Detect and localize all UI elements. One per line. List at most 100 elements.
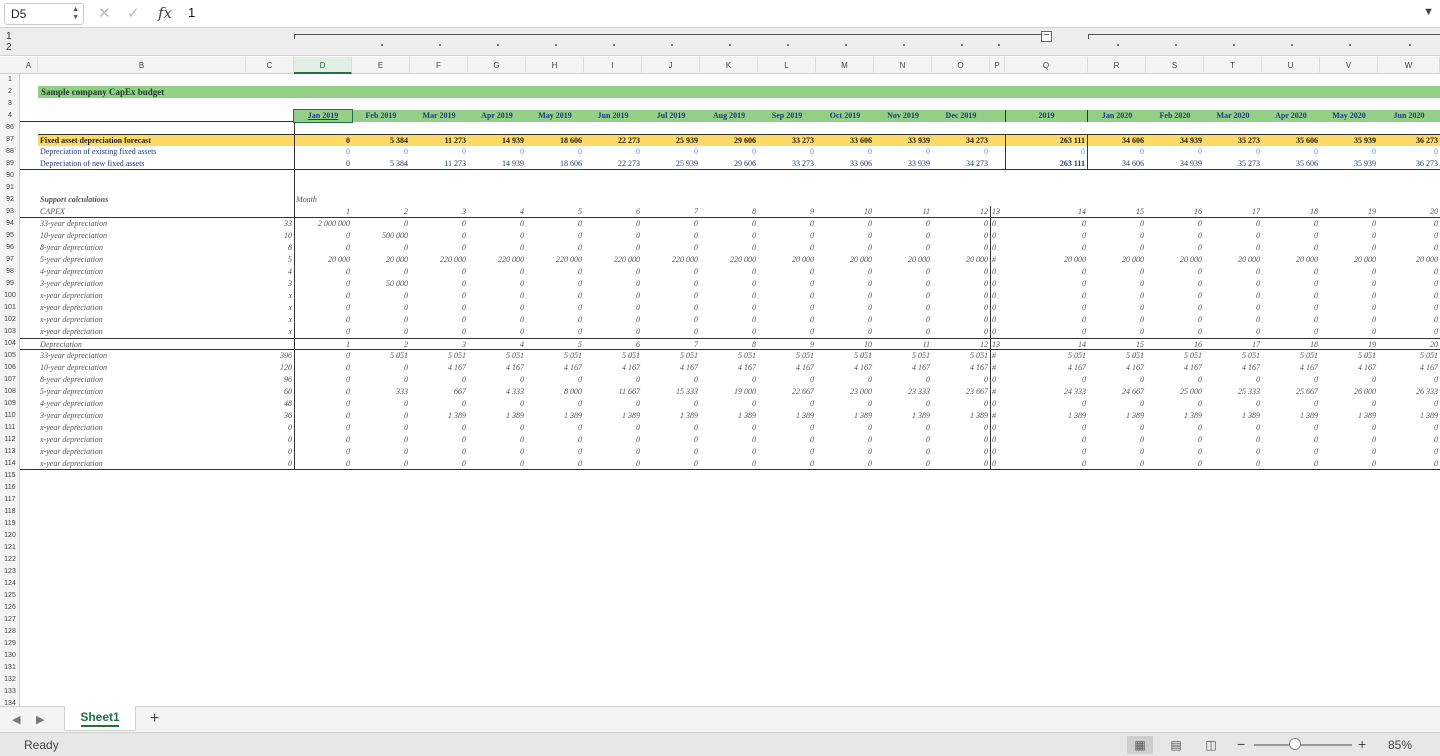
calc-value[interactable]: 0 (1088, 398, 1146, 410)
summary-value[interactable]: 0 (294, 146, 352, 158)
calc-value[interactable]: 4 167 (1005, 362, 1088, 374)
calc-value[interactable]: 0 (526, 230, 584, 242)
calc-value[interactable]: 5 051 (642, 350, 700, 362)
row-header-133[interactable]: 133 (0, 686, 20, 698)
calc-value[interactable]: 0 (526, 278, 584, 290)
calc-value[interactable]: 0 (1005, 326, 1088, 338)
capex-label[interactable]: CAPEX (38, 206, 246, 218)
calc-value[interactable]: 0 (816, 398, 874, 410)
calc-value[interactable]: 0 (990, 374, 1005, 386)
calc-value[interactable]: 0 (816, 422, 874, 434)
column-header-w[interactable]: W (1378, 57, 1440, 74)
calc-value[interactable]: 22 667 (758, 386, 816, 398)
calc-value[interactable]: 0 (1146, 302, 1204, 314)
calc-value[interactable]: 0 (874, 458, 932, 470)
calc-value[interactable]: 0 (990, 434, 1005, 446)
month-number[interactable]: 17 (1204, 206, 1262, 218)
calc-value[interactable]: 0 (1088, 302, 1146, 314)
calc-value[interactable]: 0 (642, 434, 700, 446)
calc-value[interactable]: 0 (1146, 266, 1204, 278)
calc-value[interactable]: 0 (816, 278, 874, 290)
calc-value[interactable]: 0 (758, 458, 816, 470)
calc-value[interactable]: 4 167 (642, 362, 700, 374)
depreciation-label[interactable]: 5-year depreciation (38, 254, 246, 266)
calc-value[interactable]: 5 051 (468, 350, 526, 362)
month-number[interactable]: 19 (1320, 206, 1378, 218)
calc-value[interactable]: 0 (1320, 374, 1378, 386)
calc-value[interactable]: 0 (642, 278, 700, 290)
calc-value[interactable]: 0 (1320, 242, 1378, 254)
calc-value[interactable]: 25 333 (1204, 386, 1262, 398)
outline-level-1-button[interactable]: 1 (6, 31, 12, 42)
calc-value[interactable]: 0 (1262, 446, 1320, 458)
calc-value[interactable]: 20 000 (932, 254, 990, 266)
calc-value[interactable]: 0 (584, 218, 642, 230)
calc-value[interactable]: 0 (1146, 434, 1204, 446)
month-number[interactable]: 8 (700, 206, 758, 218)
calc-value[interactable]: 0 (1378, 218, 1440, 230)
zoom-in-button[interactable]: + (1358, 736, 1366, 752)
calc-value[interactable]: 0 (1378, 266, 1440, 278)
row-header-93[interactable]: 93 (0, 206, 20, 218)
calc-value[interactable]: 0 (642, 266, 700, 278)
useful-life-value[interactable]: 0 (246, 446, 294, 458)
calc-value[interactable]: 0 (1320, 218, 1378, 230)
row-header-124[interactable]: 124 (0, 578, 20, 590)
calc-value[interactable]: 0 (584, 290, 642, 302)
calc-value[interactable]: 5 051 (932, 350, 990, 362)
row-header-131[interactable]: 131 (0, 662, 20, 674)
month-number[interactable]: 9 (758, 206, 816, 218)
calc-value[interactable]: 0 (468, 266, 526, 278)
zoom-out-button[interactable]: − (1237, 736, 1245, 752)
calc-value[interactable]: 5 051 (758, 350, 816, 362)
row-header-114[interactable]: 114 (0, 458, 20, 470)
calc-value[interactable]: 0 (526, 218, 584, 230)
column-header-i[interactable]: I (584, 57, 642, 74)
calc-value[interactable]: 5 051 (816, 350, 874, 362)
useful-life-value[interactable]: 5 (246, 254, 294, 266)
calc-value[interactable]: 4 333 (468, 386, 526, 398)
summary-value[interactable]: 34 939 (1146, 158, 1204, 170)
calc-value[interactable]: 0 (874, 422, 932, 434)
row-header-89[interactable]: 89 (0, 158, 20, 170)
calc-value[interactable]: 0 (1378, 422, 1440, 434)
calc-value[interactable]: 0 (294, 398, 352, 410)
calc-value[interactable]: 0 (1005, 458, 1088, 470)
row-header-99[interactable]: 99 (0, 278, 20, 290)
calc-value[interactable]: 0 (294, 290, 352, 302)
calc-value[interactable]: 0 (294, 434, 352, 446)
month-number[interactable]: 3 (410, 206, 468, 218)
calc-value[interactable]: 0 (642, 374, 700, 386)
column-header-s[interactable]: S (1146, 57, 1204, 74)
calc-value[interactable]: 0 (642, 314, 700, 326)
summary-value[interactable]: 0 (526, 146, 584, 158)
row-header-104[interactable]: 104 (0, 338, 20, 350)
calc-value[interactable]: 20 000 (758, 254, 816, 266)
depreciation-label[interactable]: x-year depreciation (38, 446, 246, 458)
calc-value[interactable]: 0 (584, 242, 642, 254)
summary-value[interactable]: 0 (1320, 146, 1378, 158)
worksheet-grid[interactable]: 1 2 3 4 86 87 88 89 90 91 92 93 94 95 96 97 98 99 100 101 10… (0, 74, 1440, 706)
calc-value[interactable]: 0 (1088, 230, 1146, 242)
calc-value[interactable]: 0 (1262, 374, 1320, 386)
calc-value[interactable]: 0 (1262, 230, 1320, 242)
calc-value[interactable]: 0 (584, 374, 642, 386)
calc-value[interactable]: 0 (526, 434, 584, 446)
summary-label[interactable]: Depreciation of existing fixed assets (38, 146, 246, 158)
month-label[interactable]: Month (294, 194, 352, 206)
useful-life-value[interactable]: 4 (246, 266, 294, 278)
calc-value[interactable]: 0 (352, 422, 410, 434)
calc-value[interactable]: 1 389 (1320, 410, 1378, 422)
calc-value[interactable]: 0 (352, 458, 410, 470)
month-number[interactable]: 11 (874, 206, 932, 218)
calc-value[interactable]: 0 (874, 278, 932, 290)
calc-value[interactable]: 0 (526, 458, 584, 470)
calc-value[interactable]: 0 (468, 230, 526, 242)
row-header-118[interactable]: 118 (0, 506, 20, 518)
useful-life-value[interactable]: 0 (246, 434, 294, 446)
calc-value[interactable]: 0 (1005, 218, 1088, 230)
calc-value[interactable]: 0 (1262, 218, 1320, 230)
row-header-88[interactable]: 88 (0, 146, 20, 158)
useful-life-value[interactable]: 396 (246, 350, 294, 362)
calc-value[interactable]: 0 (642, 230, 700, 242)
